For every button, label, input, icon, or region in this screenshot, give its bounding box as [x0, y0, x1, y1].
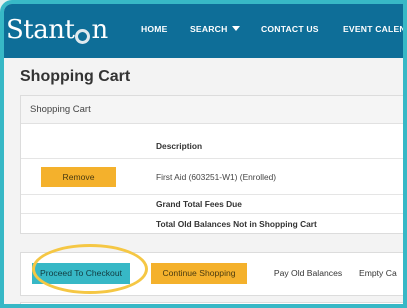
- grand-total-label: Grand Total Fees Due: [156, 199, 242, 209]
- grand-total-row: Grand Total Fees Due: [21, 194, 403, 214]
- table-row: Remove First Aid (603251-W1) (Enrolled): [21, 158, 403, 195]
- remove-button[interactable]: Remove: [41, 167, 116, 187]
- highlight-annotation-ring: [32, 244, 148, 294]
- stanton-logo[interactable]: Stant n: [6, 10, 108, 50]
- old-balances-row: Total Old Balances Not in Shopping Cart: [21, 213, 403, 234]
- old-balances-label: Total Old Balances Not in Shopping Cart: [156, 219, 317, 229]
- panel-title: Shopping Cart: [21, 96, 403, 124]
- description-column-header: Description: [156, 141, 203, 151]
- logo-text-start: Stant: [6, 15, 75, 45]
- item-description: First Aid (603251-W1) (Enrolled): [156, 172, 277, 182]
- empty-cart-button[interactable]: Empty Ca: [359, 263, 403, 284]
- app-window: Stant n HOME SEARCH CONTACT US EVENT CALE…: [0, 0, 407, 308]
- logo-text-end: n: [91, 15, 108, 45]
- pay-old-balances-button[interactable]: Pay Old Balances: [266, 263, 350, 284]
- nav-home-link[interactable]: HOME: [141, 24, 168, 34]
- shopping-cart-panel: Shopping Cart Description Remove First A…: [20, 95, 403, 234]
- continue-shopping-button[interactable]: Continue Shopping: [151, 263, 247, 284]
- chevron-down-icon: [231, 26, 240, 31]
- nav-event-calendar-link[interactable]: EVENT CALENDA: [343, 24, 403, 34]
- cart-table-header: Description: [21, 134, 403, 158]
- next-panel-edge: [20, 302, 403, 304]
- top-navigation: Stant n HOME SEARCH CONTACT US EVENT CALE…: [4, 4, 403, 58]
- nav-search-menu[interactable]: SEARCH: [190, 24, 240, 34]
- page-title: Shopping Cart: [20, 68, 131, 85]
- logo-emblem-icon: [75, 29, 91, 44]
- nav-contact-link[interactable]: CONTACT US: [261, 24, 319, 34]
- nav-search-label: SEARCH: [190, 24, 228, 34]
